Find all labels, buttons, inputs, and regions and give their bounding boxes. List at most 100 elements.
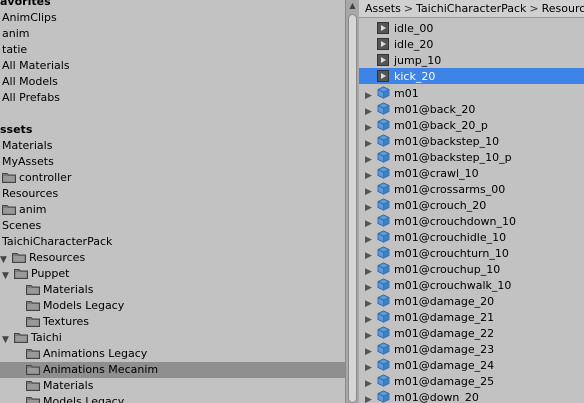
tree-item[interactable]: ▼ Taichi (0, 330, 345, 346)
tree-item[interactable]: tatie (0, 42, 345, 58)
model-prefab-icon (377, 166, 390, 179)
tree-item[interactable]: Resources (0, 186, 345, 202)
asset-list-item[interactable]: ▶ m01@crouchwalk_10 (359, 276, 584, 293)
asset-list-item[interactable]: ▶ m01 (359, 84, 584, 101)
tree-item-label: Materials (43, 379, 94, 392)
tree-item[interactable]: MyAssets (0, 154, 345, 170)
tree-item-label: Animations Legacy (43, 347, 148, 360)
tree-item-label: controller (19, 171, 72, 184)
collapse-triangle-icon[interactable]: ▼ (2, 335, 12, 345)
asset-list-item[interactable]: ▶ m01@damage_20 (359, 292, 584, 309)
model-prefab-icon (377, 278, 390, 291)
asset-name: m01@crouch_20 (394, 199, 487, 212)
asset-list-item[interactable]: jump_10 (359, 52, 584, 68)
model-prefab-icon (377, 246, 390, 259)
asset-list-item[interactable]: ▶ m01@back_20 (359, 100, 584, 117)
model-prefab-icon (377, 182, 390, 195)
asset-list-item[interactable]: ▶ m01@crawl_10 (359, 164, 584, 181)
tree-item[interactable]: Models Legacy (0, 298, 345, 314)
asset-name: m01@crouchidle_10 (394, 231, 507, 244)
asset-list-item[interactable]: ▶ m01@crouchidle_10 (359, 228, 584, 245)
asset-name: m01@down_20 (394, 391, 479, 403)
animation-clip-icon (377, 54, 389, 66)
tree-item[interactable]: controller (0, 170, 345, 186)
asset-name: m01@damage_22 (394, 327, 495, 340)
asset-name: m01@backstep_10 (394, 135, 500, 148)
tree-item[interactable]: anim (0, 202, 345, 218)
folder-icon (2, 172, 16, 183)
tree-item-label: Materials (2, 139, 53, 152)
asset-name: m01@crawl_10 (394, 167, 479, 180)
asset-list-item[interactable]: ▶ m01@damage_22 (359, 324, 584, 341)
asset-list-item[interactable]: ▶ m01@damage_24 (359, 356, 584, 373)
asset-list-item[interactable]: ▶ m01@back_20_p (359, 116, 584, 133)
tree-item-label: Textures (43, 315, 89, 328)
model-prefab-icon (377, 310, 390, 323)
tree-item[interactable]: TaichiCharacterPack (0, 234, 345, 250)
asset-list-item[interactable]: ▶ m01@damage_21 (359, 308, 584, 325)
asset-list-item[interactable]: ▶ m01@backstep_10 (359, 132, 584, 149)
folder-icon (26, 380, 40, 391)
tree-item-label: All Prefabs (2, 91, 60, 104)
asset-list-item[interactable]: ▶ m01@crossarms_00 (359, 180, 584, 197)
asset-list-pane: Assets>TaichiCharacterPack>Resources idl… (359, 0, 584, 403)
asset-list-item[interactable]: ▶ m01@crouchup_10 (359, 260, 584, 277)
collapse-triangle-icon[interactable]: ▼ (2, 271, 12, 281)
tree-item-label: Resources (29, 251, 86, 264)
tree-item[interactable]: Scenes (0, 218, 345, 234)
breadcrumb-item-assets[interactable]: Assets (365, 2, 401, 15)
tree-item[interactable]: Materials (0, 282, 345, 298)
asset-name: m01 (394, 87, 419, 100)
model-prefab-icon (377, 150, 390, 163)
asset-name: m01@damage_25 (394, 375, 495, 388)
asset-list-item[interactable]: kick_20 (359, 68, 584, 84)
asset-list-item[interactable]: ▶ m01@damage_23 (359, 340, 584, 357)
expand-triangle-icon[interactable]: ▶ (365, 395, 375, 403)
tree-item[interactable]: ssets (0, 122, 345, 138)
breadcrumb-item-taichicharacterpack[interactable]: TaichiCharacterPack (416, 2, 526, 15)
tree-item[interactable]: All Prefabs (0, 90, 345, 106)
tree-item-label: avorites (0, 0, 51, 8)
tree-item[interactable]: Textures (0, 314, 345, 330)
scrollbar-thumb[interactable] (348, 14, 357, 403)
tree-item-label: Resources (2, 187, 59, 200)
asset-list-item[interactable]: ▶ m01@down_20 (359, 388, 584, 403)
breadcrumb-item-resources[interactable]: Resources (542, 2, 584, 15)
model-prefab-icon (377, 214, 390, 227)
folder-icon (26, 348, 40, 359)
tree-item[interactable]: Materials (0, 378, 345, 394)
tree-item[interactable]: Animations Mecanim (0, 362, 345, 378)
model-prefab-icon (377, 342, 390, 355)
asset-list-item[interactable]: idle_20 (359, 36, 584, 52)
folder-icon (14, 332, 28, 343)
tree-item[interactable]: All Materials (0, 58, 345, 74)
tree-item[interactable]: AnimClips (0, 10, 345, 26)
asset-name: idle_20 (394, 38, 434, 51)
asset-name: m01@back_20 (394, 103, 476, 116)
asset-list-item[interactable]: idle_00 (359, 20, 584, 36)
tree-item[interactable]: anim (0, 26, 345, 42)
tree-item[interactable]: All Models (0, 74, 345, 90)
tree-item[interactable]: Animations Legacy (0, 346, 345, 362)
asset-list-item[interactable]: ▶ m01@crouch_20 (359, 196, 584, 213)
tree-item[interactable]: ▼ Puppet (0, 266, 345, 282)
collapse-triangle-icon[interactable]: ▼ (0, 255, 10, 265)
asset-name: m01@backstep_10_p (394, 151, 512, 164)
tree-item-label: Taichi (31, 331, 62, 344)
tree-item[interactable]: avorites (0, 0, 345, 10)
asset-name: m01@damage_21 (394, 311, 495, 324)
tree-item-label: tatie (2, 43, 28, 56)
breadcrumb-separator: > (529, 2, 539, 15)
tree-item-label: MyAssets (2, 155, 54, 168)
asset-list-item[interactable]: ▶ m01@damage_25 (359, 372, 584, 389)
tree-item[interactable]: Models Legacy (0, 394, 345, 403)
tree-item[interactable]: Materials (0, 138, 345, 154)
scroll-up-arrow-icon[interactable]: ▲ (346, 0, 359, 12)
asset-list-item[interactable]: ▶ m01@crouchturn_10 (359, 244, 584, 261)
folder-tree-scrollbar[interactable]: ▲ (345, 0, 359, 403)
project-folder-tree: avorites AnimClips anim tatie All Materials A… (0, 0, 345, 403)
asset-list-item[interactable]: ▶ m01@backstep_10_p (359, 148, 584, 165)
asset-list-item[interactable]: ▶ m01@crouchdown_10 (359, 212, 584, 229)
asset-name: m01@damage_24 (394, 359, 495, 372)
tree-item[interactable]: ▼ Resources (0, 250, 345, 266)
